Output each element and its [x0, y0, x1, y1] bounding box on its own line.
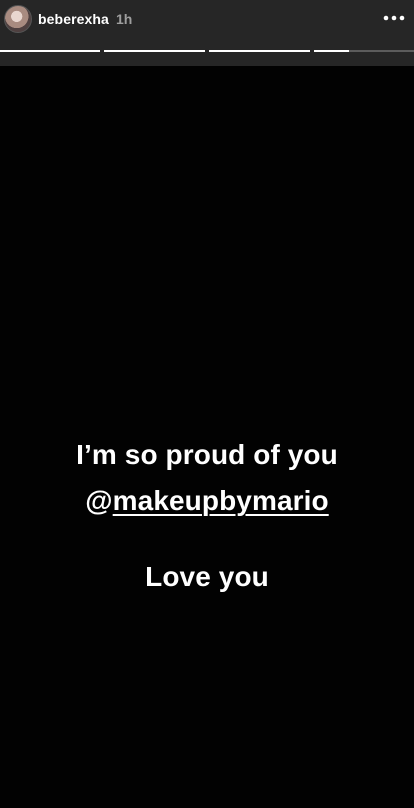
progress-segment — [209, 50, 310, 52]
story-mention-line: @makeupbymario — [0, 485, 414, 517]
progress-fill — [0, 50, 100, 52]
timestamp: 1h — [116, 11, 133, 27]
progress-fill — [314, 50, 349, 52]
story-screen: beberexha 1h I’m so proud of you @makeup… — [0, 0, 414, 808]
progress-segment — [0, 50, 100, 52]
mention-prefix: @ — [85, 485, 113, 516]
story-text-line: Love you — [145, 561, 269, 592]
progress-segment — [314, 50, 414, 52]
story-progress — [0, 50, 414, 53]
mention-link[interactable]: makeupbymario — [113, 485, 329, 516]
progress-fill — [104, 50, 205, 52]
more-options-button[interactable] — [382, 8, 406, 28]
progress-segment — [104, 50, 205, 52]
story-content[interactable]: I’m so proud of you @makeupbymario Love … — [0, 66, 414, 808]
avatar[interactable] — [4, 5, 32, 33]
story-text-line: I’m so proud of you — [76, 439, 338, 470]
username[interactable]: beberexha — [38, 11, 109, 27]
more-horizontal-icon — [383, 15, 405, 21]
story-header: beberexha 1h — [0, 0, 414, 66]
progress-fill — [209, 50, 310, 52]
